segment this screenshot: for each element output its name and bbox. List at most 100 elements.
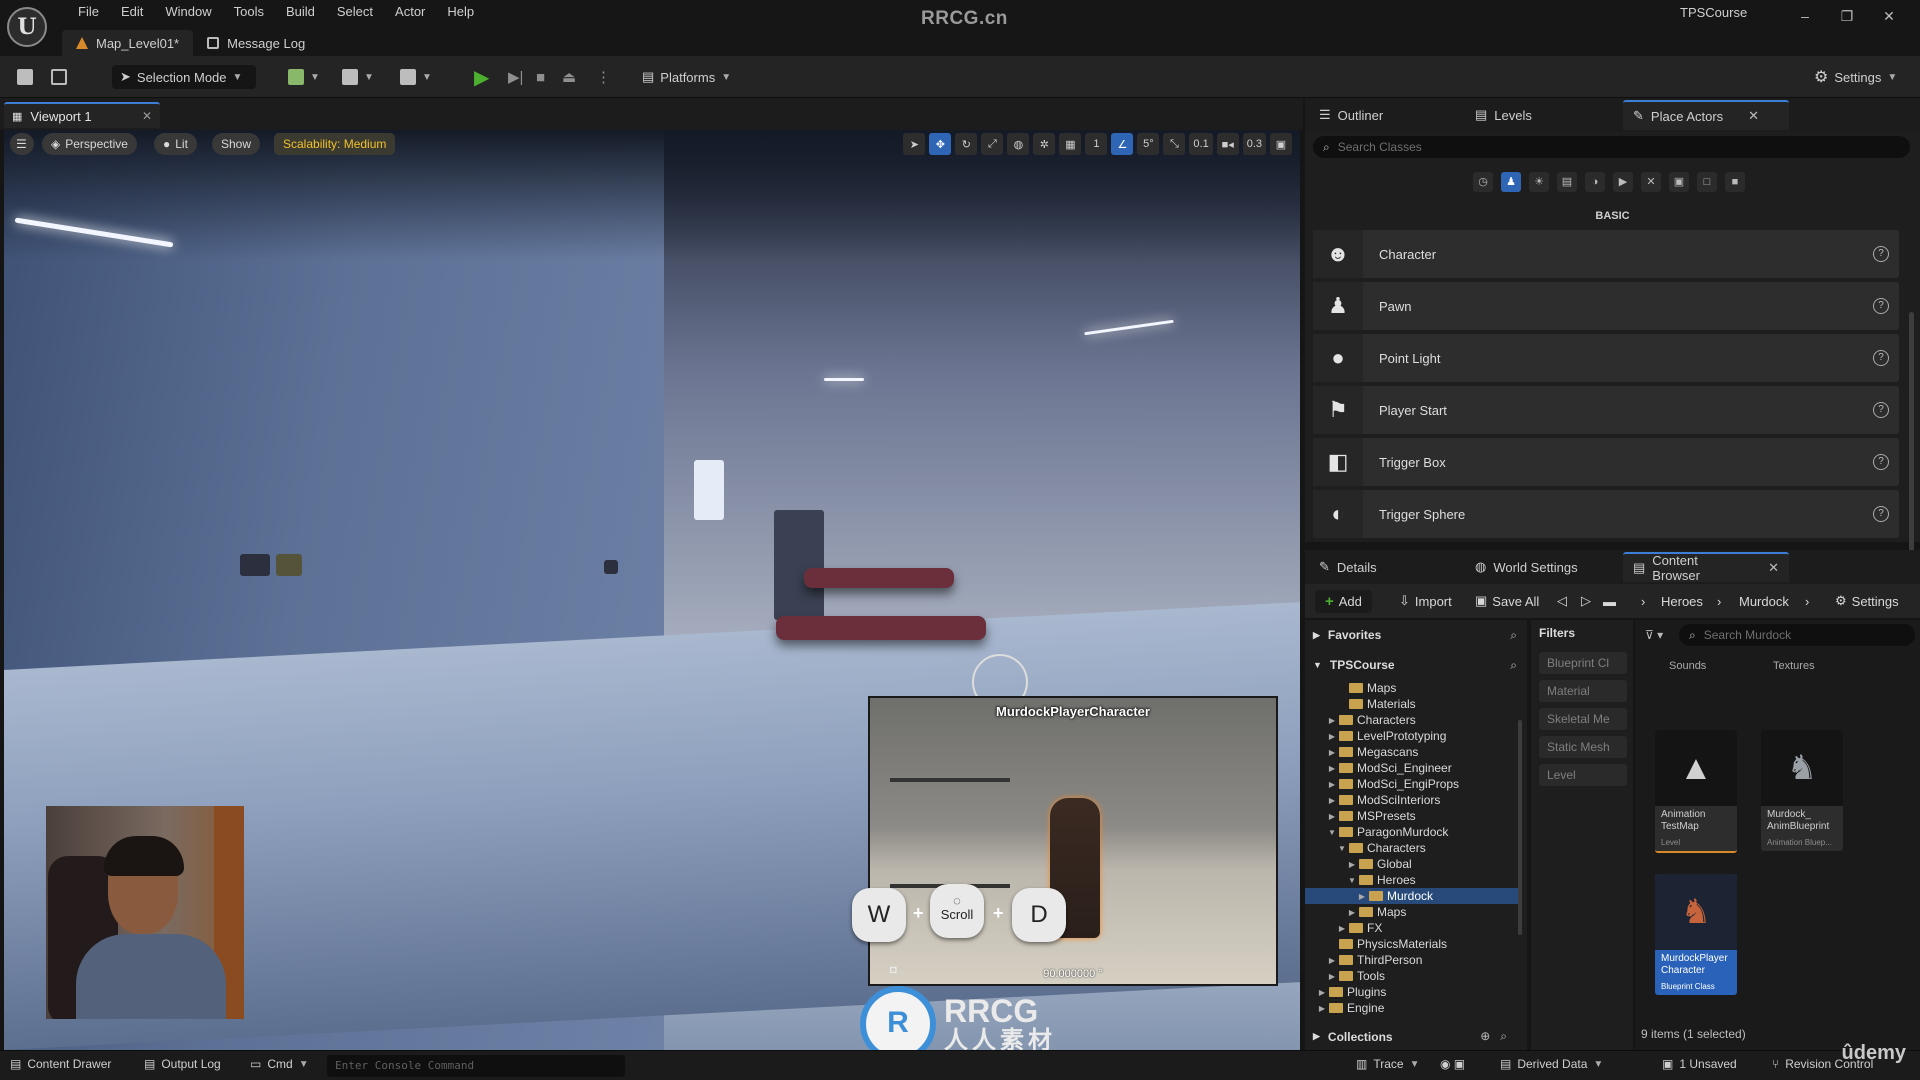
actor-item-pawn[interactable]: ♟ Pawn ? xyxy=(1313,282,1899,330)
chevron-right-icon[interactable]: ▶ xyxy=(1327,796,1337,805)
filter-level[interactable]: Level xyxy=(1539,764,1627,786)
play-options-button[interactable]: ⋮ xyxy=(596,65,611,89)
chevron-right-icon[interactable]: ▶ xyxy=(1327,972,1337,981)
viewport-menu-button[interactable]: ☰ xyxy=(10,133,34,155)
tab-world-settings[interactable]: ◍ World Settings xyxy=(1465,552,1588,582)
basic-icon[interactable]: ♟ xyxy=(1501,172,1521,192)
filter-dropdown-icon[interactable]: ⊽ ▾ xyxy=(1645,628,1663,642)
chevron-right-icon[interactable]: ▶ xyxy=(1337,924,1347,933)
cmd-dropdown[interactable]: ▭ Cmd ▼ xyxy=(250,1057,309,1071)
tree-folder-mspresets[interactable]: ▶ MSPresets xyxy=(1305,808,1520,824)
scale-snap-value[interactable]: 0.1 xyxy=(1189,133,1213,155)
search-assets-input[interactable]: ⌕ Search Murdock xyxy=(1679,624,1915,646)
settings-dropdown[interactable]: ⚙ Settings ▼ xyxy=(1814,65,1897,89)
maximize-button[interactable]: ❐ xyxy=(1826,2,1868,30)
blueprints-button[interactable]: ▼ xyxy=(342,65,374,89)
tree-folder-plugins[interactable]: ▶ Plugins xyxy=(1305,984,1520,1000)
help-icon[interactable]: ? xyxy=(1873,506,1889,522)
rotation-snap-value[interactable]: 5° xyxy=(1137,133,1160,155)
help-icon[interactable]: ? xyxy=(1873,402,1889,418)
history-forward-icon[interactable]: ▷ xyxy=(1581,593,1591,609)
folder-textures[interactable]: Textures xyxy=(1773,660,1815,672)
filter-blueprint-class[interactable]: Blueprint Cl xyxy=(1539,652,1627,674)
unreal-logo-icon[interactable]: U xyxy=(7,7,47,47)
tree-folder-characters[interactable]: ▶ Characters xyxy=(1305,712,1520,728)
show-dropdown[interactable]: Show xyxy=(212,133,261,155)
menu-window[interactable]: Window xyxy=(154,2,222,22)
import-button[interactable]: ⇩ Import xyxy=(1399,593,1452,609)
volumes-icon[interactable]: ✕ xyxy=(1641,172,1661,192)
layout-icon[interactable]: ▣ xyxy=(1270,133,1292,155)
tab-viewport-1[interactable]: ▦ Viewport 1 ✕ xyxy=(4,102,160,128)
chevron-right-icon[interactable]: ▶ xyxy=(1347,908,1357,917)
tree-folder-megascans[interactable]: ▶ Megascans xyxy=(1305,744,1520,760)
chevron-down-icon[interactable]: ▼ xyxy=(1347,876,1357,885)
tree-folder-fx[interactable]: ▶ FX xyxy=(1305,920,1520,936)
tree-folder-modsciinteriors[interactable]: ▶ ModSciInteriors xyxy=(1305,792,1520,808)
tree-folder-levelprototyping[interactable]: ▶ LevelPrototyping xyxy=(1305,728,1520,744)
translate-tool-icon[interactable]: ✥ xyxy=(929,133,952,155)
actor-list-scrollbar[interactable] xyxy=(1909,312,1914,572)
tree-folder-murdock[interactable]: ▶ Murdock xyxy=(1305,888,1520,904)
tab-outliner[interactable]: ☰ Outliner xyxy=(1309,100,1393,130)
rotation-snap-icon[interactable]: ∠ xyxy=(1111,133,1134,155)
favorites-header[interactable]: ▶ Favorites ⌕ xyxy=(1305,622,1527,648)
geometry-icon[interactable]: ▶ xyxy=(1613,172,1633,192)
shapes-icon[interactable]: □ xyxy=(1697,172,1717,192)
search-icon[interactable]: ⌕ xyxy=(1510,658,1517,673)
close-icon[interactable]: ✕ xyxy=(1768,560,1779,576)
tree-folder-paragonmurdock[interactable]: ▼ ParagonMurdock xyxy=(1305,824,1520,840)
filter-static-mesh[interactable]: Static Mesh xyxy=(1539,736,1627,758)
menu-select[interactable]: Select xyxy=(326,2,384,22)
chevron-right-icon[interactable]: ▶ xyxy=(1357,892,1367,901)
unsaved-button[interactable]: ▣ 1 Unsaved xyxy=(1662,1057,1737,1071)
grid-snap-icon[interactable]: ▦ xyxy=(1059,133,1082,155)
breadcrumb-heroes[interactable]: Heroes xyxy=(1661,594,1703,609)
tab-map-level01[interactable]: Map_Level01* xyxy=(62,30,194,56)
all-classes-icon[interactable]: ▣ xyxy=(1669,172,1689,192)
chevron-down-icon[interactable]: ▼ xyxy=(1327,828,1337,837)
world-space-icon[interactable]: ◍ xyxy=(1007,133,1030,155)
close-icon[interactable]: ✕ xyxy=(142,109,152,123)
derived-data-dropdown[interactable]: ▤ Derived Data ▼ xyxy=(1500,1057,1603,1071)
tab-levels[interactable]: ▤ Levels xyxy=(1465,100,1542,130)
tab-details[interactable]: ✎ Details xyxy=(1309,552,1387,582)
grid-snap-value[interactable]: 1 xyxy=(1085,133,1108,155)
search-classes-input[interactable]: ⌕ Search Classes xyxy=(1313,136,1910,158)
eject-button[interactable]: ⏏ xyxy=(562,65,576,89)
stop-button[interactable]: ■ xyxy=(536,65,545,89)
lit-dropdown[interactable]: ● Lit xyxy=(154,133,197,155)
tab-content-browser[interactable]: ▤ Content Browser ✕ xyxy=(1623,552,1789,583)
add-collection-icon[interactable]: ⊕⌕ xyxy=(1480,1029,1517,1044)
scale-snap-icon[interactable]: ⤡ xyxy=(1163,133,1186,155)
menu-actor[interactable]: Actor xyxy=(384,2,436,22)
menu-build[interactable]: Build xyxy=(275,2,326,22)
content-drawer-button[interactable]: ▤ Content Drawer xyxy=(10,1057,111,1071)
close-window-button[interactable]: ✕ xyxy=(1868,2,1910,30)
tab-place-actors[interactable]: ✎ Place Actors ✕ xyxy=(1623,100,1789,130)
filter-material[interactable]: Material xyxy=(1539,680,1627,702)
scalability-warning[interactable]: Scalability: Medium xyxy=(274,133,396,155)
scale-tool-icon[interactable]: ⤢ xyxy=(981,133,1004,155)
tree-folder-materials[interactable]: Materials xyxy=(1305,696,1520,712)
chevron-right-icon[interactable]: ▶ xyxy=(1317,988,1327,997)
cinematic-icon[interactable]: ▤ xyxy=(1557,172,1577,192)
chevron-right-icon[interactable]: ▶ xyxy=(1327,716,1337,725)
folder-sounds[interactable]: Sounds xyxy=(1669,660,1706,672)
platforms-dropdown[interactable]: ▤ Platforms ▼ xyxy=(642,65,731,89)
chevron-right-icon[interactable]: ▶ xyxy=(1327,764,1337,773)
help-icon[interactable]: ? xyxy=(1873,246,1889,262)
chevron-right-icon[interactable]: ▶ xyxy=(1327,812,1337,821)
play-button[interactable]: ▶ xyxy=(474,65,489,89)
trace-dropdown[interactable]: ▥ Trace ▼ xyxy=(1356,1057,1419,1071)
add-content-button[interactable]: ▼ xyxy=(288,65,320,89)
menu-help[interactable]: Help xyxy=(436,2,485,22)
surface-snap-icon[interactable]: ✲ xyxy=(1033,133,1056,155)
record-icon[interactable]: ◉ ▣ xyxy=(1440,1057,1465,1071)
actor-item-trigger-sphere[interactable]: ◐ Trigger Sphere ? xyxy=(1313,490,1899,538)
folder-icon[interactable]: ▬ xyxy=(1603,594,1616,609)
actor-item-point-light[interactable]: ● Point Light ? xyxy=(1313,334,1899,382)
menu-edit[interactable]: Edit xyxy=(110,2,154,22)
tree-folder-heroes[interactable]: ▼ Heroes xyxy=(1305,872,1520,888)
camera-speed-icon[interactable]: ■◂ xyxy=(1216,133,1239,155)
